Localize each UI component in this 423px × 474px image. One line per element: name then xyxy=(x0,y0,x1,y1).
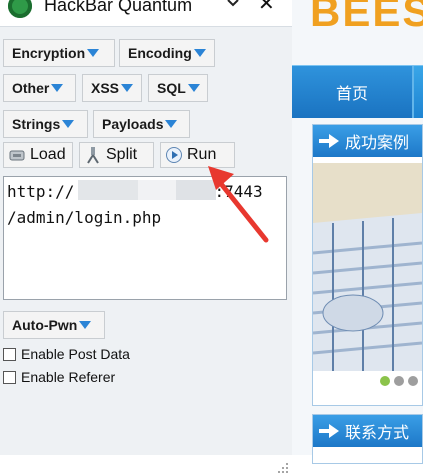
payloads-menu-button[interactable]: Payloads xyxy=(93,110,190,138)
nav-divider xyxy=(412,66,414,118)
dropdown-triangle-icon xyxy=(165,120,178,128)
url-path: /admin/login.php xyxy=(7,208,162,227)
referer-checkbox[interactable] xyxy=(3,370,16,384)
contact-box: 联系方式 xyxy=(312,414,423,464)
dropdown-triangle-icon xyxy=(87,49,100,57)
resize-grip-icon[interactable] xyxy=(277,462,289,474)
other-menu-button[interactable]: Other xyxy=(3,74,76,102)
enable-post-data-option[interactable]: Enable Post Data xyxy=(3,345,130,363)
post-data-checkbox[interactable] xyxy=(3,347,16,361)
panel-header: HackBar Quantum ✕ xyxy=(0,0,292,27)
arrow-right-icon xyxy=(319,424,339,438)
arrow-right-icon xyxy=(319,134,339,148)
cases-box-header[interactable]: 成功案例 xyxy=(313,125,422,157)
strings-label: Strings xyxy=(12,116,61,132)
play-icon xyxy=(166,147,182,163)
bedding-product-image[interactable] xyxy=(313,163,422,371)
split-label: Split xyxy=(106,146,138,163)
site-logo[interactable]: BEES xyxy=(310,0,423,34)
panel-title[interactable]: HackBar Quantum xyxy=(44,0,192,16)
site-navbar: 首页 xyxy=(292,65,423,118)
encoding-menu-button[interactable]: Encoding xyxy=(119,39,215,67)
url-port: :7443 xyxy=(214,182,263,201)
encryption-menu-button[interactable]: Encryption xyxy=(3,39,115,67)
payloads-label: Payloads xyxy=(102,116,164,132)
redaction-block xyxy=(138,180,176,200)
split-url-button[interactable]: Split xyxy=(79,142,154,168)
referer-label: Enable Referer xyxy=(21,369,116,385)
cases-box: 成功案例 xyxy=(312,124,423,406)
close-panel-button[interactable]: ✕ xyxy=(258,0,275,16)
run-url-button[interactable]: Run xyxy=(160,142,235,168)
contact-box-title: 联系方式 xyxy=(345,425,410,442)
hackbar-logo-icon xyxy=(8,0,32,18)
contact-box-header[interactable]: 联系方式 xyxy=(313,415,422,447)
url-scheme: http:// xyxy=(7,182,75,201)
carousel-dots[interactable] xyxy=(313,371,422,391)
enable-referer-option[interactable]: Enable Referer xyxy=(3,368,115,386)
cases-box-title: 成功案例 xyxy=(345,135,410,152)
dropdown-triangle-icon xyxy=(62,120,75,128)
dropdown-triangle-icon xyxy=(193,49,206,57)
dropdown-triangle-icon xyxy=(51,84,64,92)
split-icon xyxy=(87,147,99,164)
encoding-label: Encoding xyxy=(128,45,192,61)
load-url-button[interactable]: Load xyxy=(3,142,73,168)
load-label: Load xyxy=(30,146,66,163)
sql-label: SQL xyxy=(157,80,186,96)
redaction-block xyxy=(78,180,138,200)
post-data-label: Enable Post Data xyxy=(21,346,130,362)
strings-menu-button[interactable]: Strings xyxy=(3,110,88,138)
dropdown-triangle-icon xyxy=(121,84,134,92)
website-preview: BEES 首页 成功案例 联系方式 xyxy=(292,0,423,464)
chevron-down-icon[interactable] xyxy=(226,0,240,14)
xss-menu-button[interactable]: XSS xyxy=(82,74,142,102)
dropdown-triangle-icon xyxy=(79,321,92,329)
nav-home-link[interactable]: 首页 xyxy=(292,66,412,118)
xss-label: XSS xyxy=(91,80,120,96)
load-icon xyxy=(9,150,25,161)
sql-menu-button[interactable]: SQL xyxy=(148,74,208,102)
encryption-label: Encryption xyxy=(12,45,86,61)
run-label: Run xyxy=(187,146,217,163)
other-label: Other xyxy=(12,80,50,96)
autopwn-label: Auto-Pwn xyxy=(12,317,78,333)
autopwn-menu-button[interactable]: Auto-Pwn xyxy=(3,311,105,339)
hackbar-panel: HackBar Quantum ✕ Encryption Encoding Ot… xyxy=(0,0,293,473)
dropdown-triangle-icon xyxy=(187,84,200,92)
redaction-block xyxy=(176,180,216,200)
site-logo-text: BEES xyxy=(310,0,423,35)
